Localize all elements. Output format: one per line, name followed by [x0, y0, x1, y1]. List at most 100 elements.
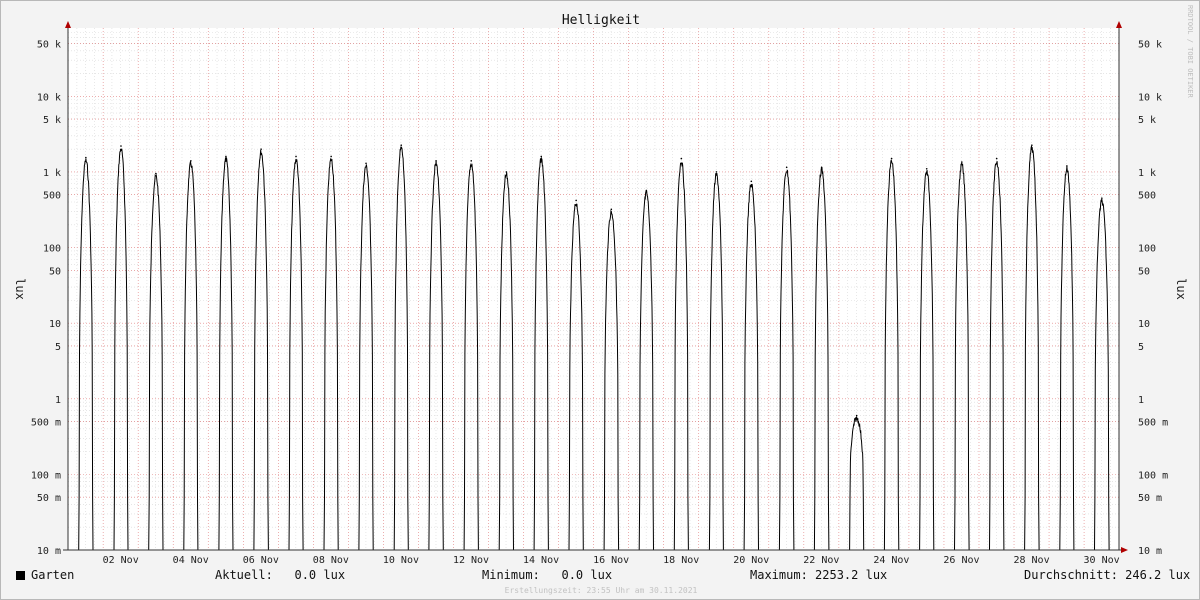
legend-current-label: Aktuell:	[215, 568, 273, 582]
daily-peak-point	[295, 155, 297, 158]
y-tick-label-right: 5 k	[1138, 115, 1156, 126]
legend-current: Aktuell: 0.0 lux	[215, 568, 345, 582]
y-axis-arrow-left	[65, 21, 71, 28]
x-tick-label: 30 Nov	[1084, 555, 1120, 566]
rrdtool-watermark: RRDTOOL / TOBI OETIKER	[1186, 5, 1194, 99]
y-tick-label: 50	[49, 266, 61, 277]
y-tick-label: 5 k	[43, 115, 61, 126]
y-tick-label: 10 m	[37, 546, 61, 557]
y-tick-label: 500	[43, 191, 61, 202]
brightness-chart: 50 k 10 k 5 k 1 k 500 100 50 10 5 1 500 m 100 m 50 m…	[13, 5, 1194, 566]
y-tick-label-right: 1 k	[1138, 168, 1156, 179]
y-axis-arrow-right	[1116, 21, 1122, 28]
x-axis-arrow	[1121, 547, 1128, 553]
daily-peak-point	[750, 180, 753, 183]
y-tick-label-right: 50	[1138, 266, 1150, 277]
daily-peak-point	[400, 144, 403, 147]
daily-peak-point	[785, 166, 788, 169]
legend-series-name: Garten	[31, 568, 75, 582]
y-axis-label-right: lux	[1174, 278, 1188, 300]
chart-title: Helligkeit	[562, 13, 640, 28]
daily-peak-point	[365, 162, 367, 165]
daily-peak-point	[505, 171, 508, 173]
daily-peak-point	[155, 172, 157, 175]
chart-frame: 50 k 10 k 5 k 1 k 500 100 50 10 5 1 500 m 100 m 50 m…	[0, 0, 1200, 600]
y-tick-labels-right: 50 k 10 k 5 k 1 k 500 100 50 10 5 1 500 m 100 m 50 m…	[1138, 39, 1168, 557]
x-tick-label: 04 Nov	[173, 555, 209, 566]
daily-peak-point	[540, 155, 543, 158]
y-tick-label: 1	[55, 395, 61, 406]
x-tick-label: 10 Nov	[383, 555, 419, 566]
y-axis-label-left: lux	[13, 278, 27, 300]
daily-peak-point	[190, 160, 192, 162]
legend-minimum: Minimum: 0.0 lux	[482, 568, 612, 582]
y-tick-label-right: 5	[1138, 342, 1144, 353]
y-tick-label-right: 500	[1138, 191, 1156, 202]
y-tick-label: 5	[55, 342, 61, 353]
y-tick-labels-left: 50 k 10 k 5 k 1 k 500 100 50 10 5 1 500 m 100 m 50 m…	[31, 39, 61, 557]
x-tick-label: 08 Nov	[313, 555, 349, 566]
daily-peak-point	[960, 161, 963, 163]
x-tick-label: 16 Nov	[593, 555, 629, 566]
daily-peak-point	[715, 171, 718, 173]
y-tick-label-right: 100 m	[1138, 470, 1168, 481]
y-tick-label-right: 50 m	[1138, 493, 1162, 504]
legend-min-label: Minimum:	[482, 568, 540, 582]
y-tick-label: 50 m	[37, 493, 61, 504]
daily-peak-point	[1101, 197, 1103, 199]
daily-peak-point	[575, 199, 577, 202]
y-tick-label-right: 100	[1138, 244, 1156, 255]
creation-timestamp: Erstellungszeit: 23:55 Uhr am 30.11.2021	[504, 586, 698, 595]
y-tick-label: 100	[43, 244, 61, 255]
y-tick-label-right: 1	[1138, 395, 1144, 406]
y-tick-label-right: 500 m	[1138, 418, 1168, 429]
legend-avg-value: 246.2 lux	[1125, 568, 1191, 582]
daily-peak-point	[85, 156, 87, 159]
daily-peak-point	[435, 160, 437, 162]
x-tick-label: 28 Nov	[1013, 555, 1049, 566]
legend-min-value: 0.0 lux	[561, 568, 613, 582]
daily-peak-point	[820, 166, 823, 169]
daily-peak-point	[925, 167, 928, 170]
x-tick-labels: 02 Nov 04 Nov 06 Nov 08 Nov 10 Nov 12 Nov 14 N…	[103, 555, 1120, 566]
y-tick-label: 1 k	[43, 168, 61, 179]
daily-peak-point	[610, 208, 613, 211]
y-tick-label: 500 m	[31, 418, 61, 429]
legend-swatch-garten	[16, 571, 25, 580]
daily-peak-point	[1031, 144, 1033, 147]
daily-peak-point	[225, 155, 227, 158]
x-tick-label: 14 Nov	[523, 555, 559, 566]
x-tick-label: 18 Nov	[663, 555, 699, 566]
daily-peak-point	[855, 414, 858, 417]
legend-avg-label: Durchschnitt:	[1024, 568, 1118, 582]
daily-peak-point	[645, 189, 648, 192]
y-tick-label: 100 m	[31, 470, 61, 481]
x-tick-label: 20 Nov	[733, 555, 769, 566]
legend-current-value: 0.0 lux	[294, 568, 346, 582]
x-tick-label: 12 Nov	[453, 555, 489, 566]
legend-max-value: 2253.2 lux	[815, 568, 888, 582]
x-tick-label: 24 Nov	[873, 555, 909, 566]
legend-average: Durchschnitt: 246.2 lux	[1024, 568, 1190, 582]
daily-peak-point	[1066, 165, 1068, 167]
x-tick-label: 22 Nov	[803, 555, 839, 566]
y-tick-label-right: 10 k	[1138, 92, 1162, 103]
daily-peak-point	[680, 157, 683, 160]
x-tick-label: 06 Nov	[243, 555, 279, 566]
legend-max-label: Maximum:	[750, 568, 808, 582]
x-tick-label: 26 Nov	[943, 555, 979, 566]
y-tick-label-right: 50 k	[1138, 39, 1162, 50]
daily-peak-point	[120, 145, 122, 147]
y-tick-label-right: 10 m	[1138, 546, 1162, 557]
daily-peak-point	[995, 157, 998, 160]
daily-peak-point	[470, 160, 473, 162]
y-tick-label: 10 k	[37, 92, 61, 103]
legend-maximum: Maximum: 2253.2 lux	[750, 568, 887, 582]
x-tick-label: 02 Nov	[103, 555, 139, 566]
y-tick-label-right: 10	[1138, 319, 1150, 330]
daily-peak-point	[890, 157, 893, 160]
daily-peak-point	[330, 155, 332, 158]
daily-peak-point	[260, 148, 262, 150]
y-tick-label: 10	[49, 319, 61, 330]
y-tick-label: 50 k	[37, 39, 61, 50]
